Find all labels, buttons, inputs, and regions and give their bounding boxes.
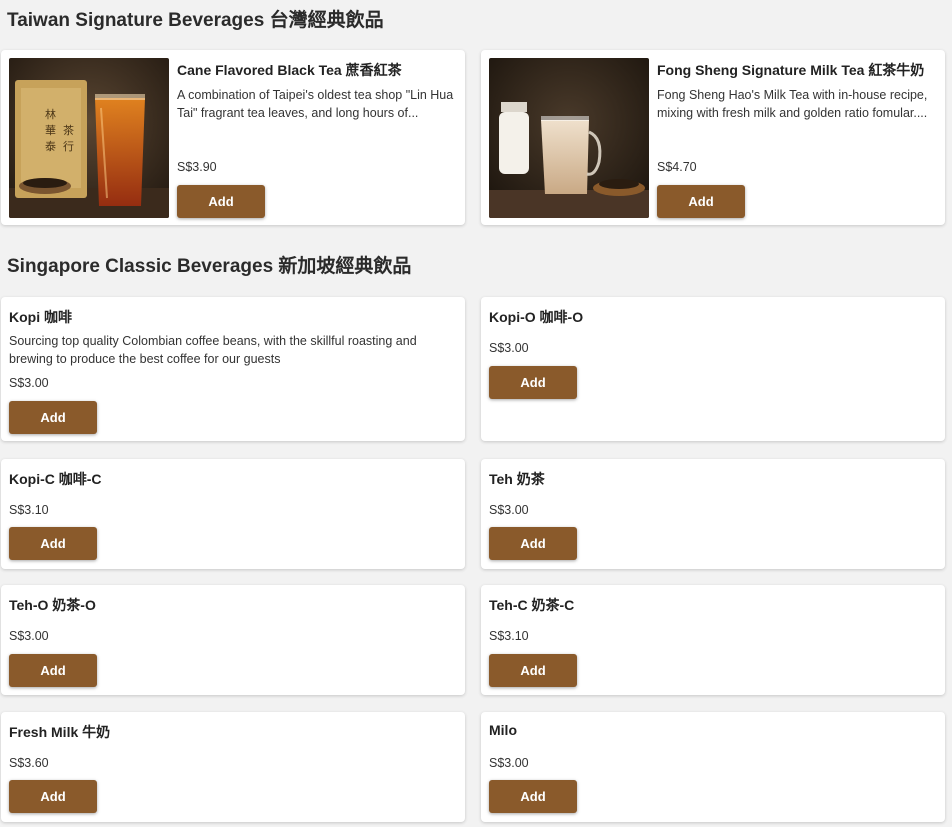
product-price: S$4.70 — [657, 160, 697, 174]
product-name: Kopi-C 咖啡-C — [9, 471, 102, 487]
product-name: Milo — [489, 722, 517, 738]
product-price: S$3.00 — [489, 341, 529, 355]
product-card-kopi[interactable]: Kopi 咖啡 Sourcing top quality Colombian c… — [1, 297, 465, 441]
product-card-milk-tea[interactable]: Fong Sheng Signature Milk Tea 紅茶牛奶 Fong … — [481, 50, 945, 225]
product-card-fresh-milk[interactable]: Fresh Milk 牛奶 S$3.60 Add — [1, 712, 465, 822]
product-card-kopi-c[interactable]: Kopi-C 咖啡-C S$3.10 Add — [1, 459, 465, 569]
svg-text:茶: 茶 — [63, 124, 74, 137]
add-button[interactable]: Add — [489, 366, 577, 399]
product-card-teh-o[interactable]: Teh-O 奶茶-O S$3.00 Add — [1, 585, 465, 695]
add-button[interactable]: Add — [489, 527, 577, 560]
product-price: S$3.00 — [9, 629, 49, 643]
svg-text:泰: 泰 — [45, 139, 56, 153]
svg-text:華: 華 — [45, 124, 56, 137]
product-name: Cane Flavored Black Tea 蔗香紅茶 — [177, 62, 402, 78]
product-card-milo[interactable]: Milo S$3.00 Add — [481, 712, 945, 822]
product-price: S$3.00 — [489, 756, 529, 770]
add-button[interactable]: Add — [9, 527, 97, 560]
product-price: S$3.10 — [9, 503, 49, 517]
add-button[interactable]: Add — [489, 780, 577, 813]
svg-text:行: 行 — [63, 140, 74, 153]
product-card-kopi-o[interactable]: Kopi-O 咖啡-O S$3.00 Add — [481, 297, 945, 441]
product-card-teh-c[interactable]: Teh-C 奶茶-C S$3.10 Add — [481, 585, 945, 695]
milk-tea-photo — [489, 58, 649, 218]
product-price: S$3.10 — [489, 629, 529, 643]
svg-text:林: 林 — [45, 107, 56, 121]
product-name: Teh 奶茶 — [489, 471, 545, 487]
product-name: Kopi 咖啡 — [9, 309, 72, 325]
product-price: S$3.00 — [489, 503, 529, 517]
add-button[interactable]: Add — [177, 185, 265, 218]
add-button[interactable]: Add — [9, 654, 97, 687]
add-button[interactable]: Add — [9, 780, 97, 813]
product-card-black-tea[interactable]: 林 華 泰 茶 行 Cane Flavored Black Tea 蔗香紅茶 A… — [1, 50, 465, 225]
add-button[interactable]: Add — [657, 185, 745, 218]
product-name: Fong Sheng Signature Milk Tea 紅茶牛奶 — [657, 62, 925, 78]
product-price: S$3.60 — [9, 756, 49, 770]
product-name: Kopi-O 咖啡-O — [489, 309, 584, 325]
product-name: Fresh Milk 牛奶 — [9, 724, 111, 740]
product-price: S$3.00 — [9, 376, 49, 390]
section-title-taiwan: Taiwan Signature Beverages 台灣經典飲品 — [7, 10, 384, 31]
product-price: S$3.90 — [177, 160, 217, 174]
add-button[interactable]: Add — [9, 401, 97, 434]
product-card-teh[interactable]: Teh 奶茶 S$3.00 Add — [481, 459, 945, 569]
black-tea-photo: 林 華 泰 茶 行 — [9, 58, 169, 218]
product-description: Fong Sheng Hao's Milk Tea with in-house … — [657, 88, 928, 120]
section-title-singapore: Singapore Classic Beverages 新加坡經典飲品 — [7, 256, 412, 277]
product-name: Teh-O 奶茶-O — [9, 597, 96, 613]
product-description: A combination of Taipei's oldest tea sho… — [177, 88, 454, 120]
add-button[interactable]: Add — [489, 654, 577, 687]
product-description: Sourcing top quality Colombian coffee be… — [9, 334, 417, 366]
product-name: Teh-C 奶茶-C — [489, 597, 575, 613]
